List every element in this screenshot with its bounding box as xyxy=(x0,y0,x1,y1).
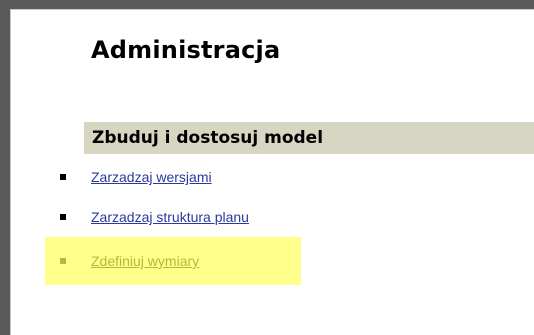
bullet-icon xyxy=(60,174,66,180)
list-item-manage-versions: Zarzadzaj wersjami xyxy=(60,167,212,187)
define-dimensions-link[interactable]: Zdefiniuj wymiary xyxy=(91,253,199,269)
bullet-icon xyxy=(60,214,66,220)
page-title: Administracja xyxy=(91,36,281,64)
bullet-icon xyxy=(60,258,66,264)
manage-plan-structure-link[interactable]: Zarzadzaj struktura planu xyxy=(91,209,249,225)
list-item-manage-plan-structure: Zarzadzaj struktura planu xyxy=(60,207,249,227)
frame-inner-line-left xyxy=(10,9,11,335)
list-item-define-dimensions: Zdefiniuj wymiary xyxy=(60,251,199,271)
manage-versions-link[interactable]: Zarzadzaj wersjami xyxy=(91,169,212,185)
section-header: Zbuduj i dostosuj model xyxy=(84,122,534,154)
frame-inner-line-top xyxy=(10,9,534,10)
